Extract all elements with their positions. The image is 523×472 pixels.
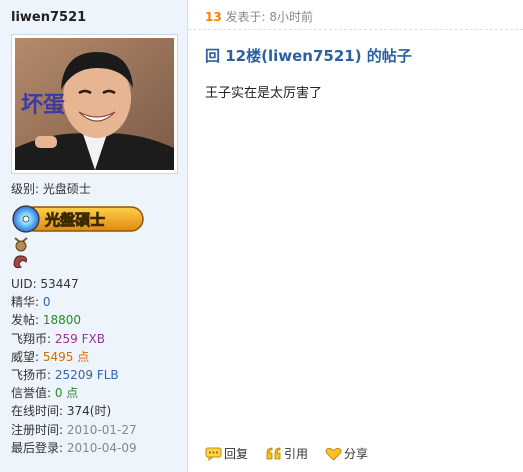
quote-label: 引用 bbox=[284, 447, 309, 461]
post-title: 回 12楼(liwen7521) 的帖子 bbox=[205, 47, 412, 65]
quote-icon bbox=[266, 447, 281, 459]
author-sidebar: liwen7521 坏蛋 级别: 光盘硕士 光盤碩士 UID: 53447 精华… bbox=[0, 0, 188, 472]
level-label: 级别: bbox=[11, 182, 43, 196]
author-level: 级别: 光盘硕士 bbox=[11, 180, 91, 197]
floor-number[interactable]: 13 bbox=[205, 10, 222, 24]
quote-button[interactable]: 引用 bbox=[265, 445, 308, 462]
heart-icon bbox=[325, 447, 342, 461]
post-meta: 13 发表于: 8小时前 bbox=[188, 0, 523, 30]
avatar-caption: 坏蛋 bbox=[21, 93, 65, 118]
rank-badge-icon: 光盤碩士 bbox=[12, 205, 144, 233]
stat-flb: 飞扬币: 25209 FLB bbox=[11, 367, 119, 382]
stat-register-date: 注册时间: 2010-01-27 bbox=[11, 422, 137, 437]
level-value: 光盘硕士 bbox=[42, 182, 91, 196]
stat-last-login: 最后登录: 2010-04-09 bbox=[11, 440, 137, 455]
stat-prestige: 威望: 5495 点 bbox=[11, 349, 90, 364]
medal-icon bbox=[13, 255, 27, 269]
reply-icon bbox=[205, 447, 222, 461]
stat-online-time: 在线时间: 374(时) bbox=[11, 404, 112, 419]
post-actions: 回复 引用 分享 bbox=[205, 445, 385, 462]
avatar-image: 坏蛋 bbox=[15, 38, 174, 170]
share-button[interactable]: 分享 bbox=[325, 445, 368, 462]
posted-time: 发表于: 8小时前 bbox=[221, 10, 314, 24]
reply-label: 回复 bbox=[224, 447, 249, 461]
author-stats: UID: 53447 精华: 0 发帖: 18800 飞翔币: 259 FXB … bbox=[11, 275, 137, 457]
author-username[interactable]: liwen7521 bbox=[11, 10, 86, 25]
stat-credit: 信誉值: 0 点 bbox=[11, 386, 79, 401]
stat-fxb: 飞翔币: 259 FXB bbox=[11, 331, 105, 346]
medal-icon bbox=[14, 237, 28, 252]
rank-badge-text: 光盤碩士 bbox=[44, 211, 105, 229]
avatar: 坏蛋 bbox=[11, 34, 178, 174]
reply-button[interactable]: 回复 bbox=[205, 445, 248, 462]
stat-digest: 精华: 0 bbox=[11, 295, 51, 310]
post-body: 王子实在是太厉害了 bbox=[205, 86, 323, 101]
share-label: 分享 bbox=[344, 447, 369, 461]
stat-posts: 发帖: 18800 bbox=[11, 313, 82, 328]
stat-uid: UID: 53447 bbox=[11, 277, 79, 291]
